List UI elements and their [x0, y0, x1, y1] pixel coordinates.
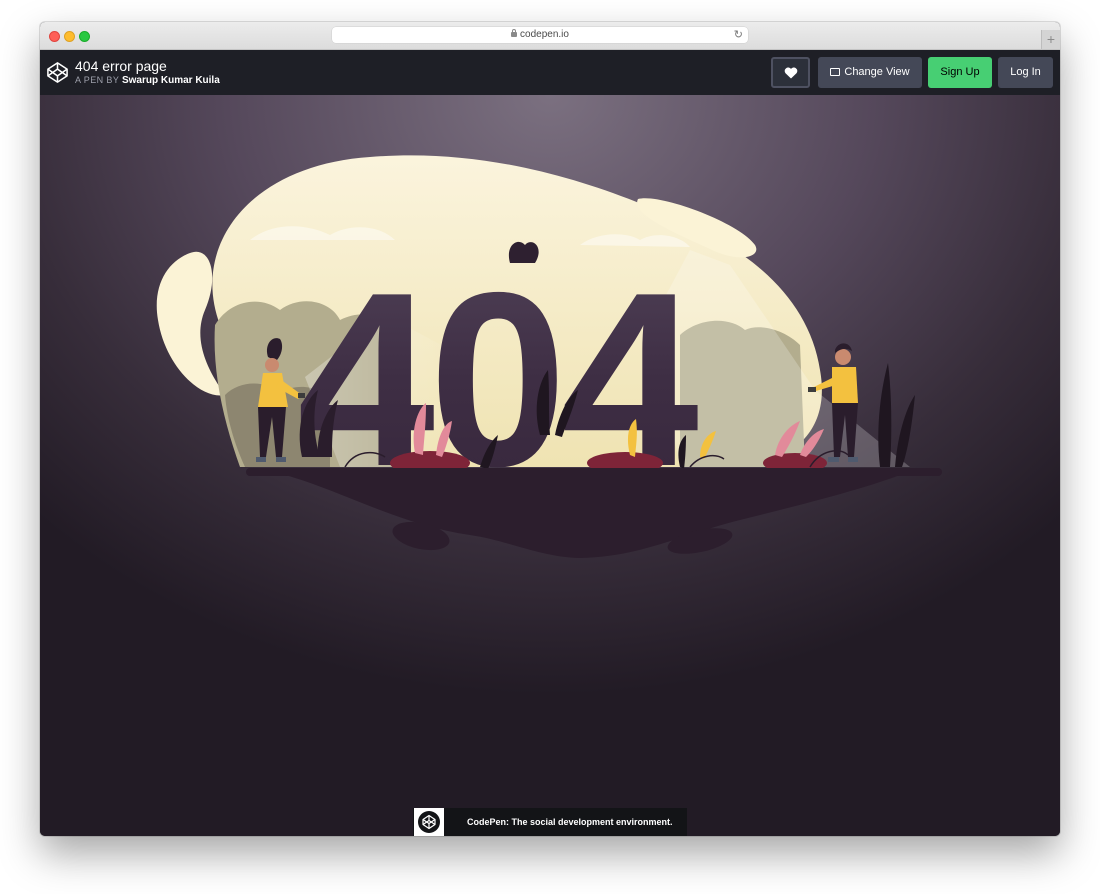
- zoom-window-button[interactable]: [79, 31, 90, 42]
- codepen-logo-icon[interactable]: [46, 61, 69, 84]
- pen-title[interactable]: 404 error page: [75, 58, 220, 74]
- lock-icon: [511, 29, 518, 37]
- codepen-banner-logo-icon: [414, 808, 444, 836]
- browser-window: codepen.io ↻ + 404 error page A PEN BY S…: [40, 22, 1060, 836]
- change-view-button[interactable]: Change View: [818, 57, 922, 88]
- minimize-window-button[interactable]: [64, 31, 75, 42]
- like-button[interactable]: [771, 57, 810, 88]
- codepen-promo-banner[interactable]: CodePen: The social development environm…: [413, 808, 687, 836]
- browser-toolbar: codepen.io ↻ +: [40, 22, 1060, 50]
- pen-byline: A PEN BY Swarup Kumar Kuila: [75, 75, 220, 86]
- author-link[interactable]: Swarup Kumar Kuila: [122, 75, 220, 86]
- close-window-button[interactable]: [49, 31, 60, 42]
- codepen-circle-icon: [418, 811, 440, 833]
- new-tab-button[interactable]: +: [1041, 30, 1060, 49]
- codepen-cube-icon: [422, 814, 436, 830]
- sign-up-button[interactable]: Sign Up: [928, 57, 992, 88]
- pen-info: 404 error page A PEN BY Swarup Kumar Kui…: [75, 58, 220, 86]
- leaf-top: [508, 241, 539, 263]
- address-url: codepen.io: [520, 29, 569, 40]
- pen-preview: 404: [40, 95, 1060, 836]
- byline-prefix: A PEN BY: [75, 75, 120, 85]
- reload-icon[interactable]: ↻: [734, 27, 743, 43]
- change-view-label: Change View: [844, 66, 910, 78]
- change-view-icon: [830, 68, 841, 76]
- banner-text: CodePen: The social development environm…: [467, 817, 673, 827]
- codepen-header: 404 error page A PEN BY Swarup Kumar Kui…: [40, 50, 1060, 95]
- heart-icon: [784, 67, 798, 79]
- error-404-illustration: 404: [156, 155, 942, 558]
- log-in-button[interactable]: Log In: [998, 57, 1053, 88]
- address-bar[interactable]: codepen.io ↻: [332, 27, 748, 43]
- ground-line: [246, 468, 942, 476]
